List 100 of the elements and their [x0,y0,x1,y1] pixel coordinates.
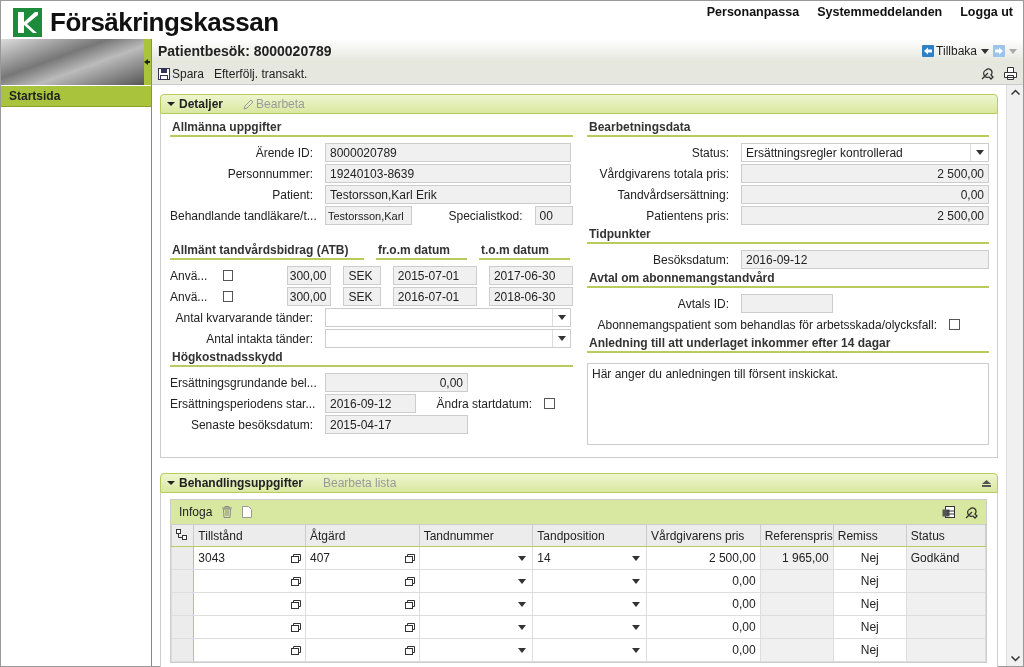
field-label: Avtals ID: [676,296,729,311]
text-field[interactable]: 2016-07-01 [392,287,477,306]
text-field[interactable]: 2017-06-30 [488,266,573,285]
table-cell: Godkänd [910,551,960,565]
caret-icon [518,555,527,561]
text-field[interactable]: 2018-06-30 [488,287,573,306]
section-heading: Allmänna uppgifter [170,118,573,137]
text-field[interactable]: 300,00 [286,287,332,306]
header-link[interactable]: Logga ut [960,5,1013,19]
text-field[interactable]: 8000020789 [325,143,571,162]
table-cell: Nej [860,643,879,657]
window-icon[interactable] [290,599,301,609]
checkbox[interactable] [949,319,960,330]
field-label: Antal intakta tänder: [205,331,313,346]
window-icon[interactable] [404,645,415,655]
header-link[interactable]: Systemmeddelanden [817,5,943,19]
field-label: Abonnemangspatient som behandlas för arbetsskada/olycksfall: [596,317,937,332]
field-label: Ändra startdatum: [435,396,532,411]
checkbox[interactable] [544,398,555,409]
checkbox[interactable] [223,291,234,302]
text-area[interactable]: Här anger du anledningen till försent inskickat. [587,363,989,445]
text-field[interactable]: 300,00 [286,266,332,285]
field-label: Patientens pris: [645,208,729,223]
back-arrow-icon [922,45,935,57]
document-icon[interactable] [242,506,253,518]
field-label: Anvä... [170,289,209,304]
scroll-up-icon[interactable] [1010,89,1020,95]
caret-icon [632,601,640,607]
page-title: Patientbesök: 8000020789 [158,43,332,59]
field-label: Ärende ID: [254,145,313,160]
window-icon[interactable] [290,622,301,632]
text-field[interactable]: 2016-09-12 [741,250,989,269]
panel-title[interactable]: Detaljer [167,97,224,111]
collapse-strip[interactable] [144,39,151,85]
back-button[interactable]: Tillbaka [922,44,977,58]
window-icon[interactable] [290,645,301,655]
window-icon[interactable] [404,553,415,563]
table-cell: 0,00 [732,597,756,611]
spreadsheet-icon[interactable] [942,505,955,519]
table-cell: 0,00 [732,574,756,588]
dropdown[interactable]: Ersättningsregler kontrollerad [741,143,989,162]
window-icon[interactable] [404,622,415,632]
section-heading: t.o.m datum [479,241,570,260]
wrench-icon[interactable] [965,505,978,519]
printer-icon[interactable] [1004,67,1017,80]
panel-title[interactable]: Behandlingsuppgifter [167,476,303,490]
window-icon[interactable] [290,576,301,586]
scrollbar[interactable] [1006,85,1023,666]
text-field[interactable]: Testorsson,Karl Erik [325,185,571,204]
text-field[interactable]: 0,00 [741,185,989,204]
caret-icon [975,150,984,155]
scroll-down-icon[interactable] [1010,656,1020,662]
text-field[interactable]: 19240103-8639 [325,164,571,183]
section-heading: Anledning till att underlaget inkommer efter 14 dagar [587,334,989,353]
field-label: Anvä... [170,268,209,283]
field-label: Patient: [271,187,313,202]
text-field[interactable] [741,294,833,313]
text-field[interactable]: SEK [343,287,381,306]
wrench-icon[interactable] [981,67,994,80]
caret-icon [557,315,566,320]
field-label: Tandvårdsersättning: [616,187,729,202]
table-cell: Nej [860,620,879,634]
window-icon[interactable] [404,576,415,586]
table-cell: 1 965,00 [782,551,829,565]
dropdown[interactable]: 14 [533,547,646,569]
text-field[interactable]: 2015-07-01 [392,266,477,285]
collapse-icon[interactable] [982,479,991,487]
checkbox[interactable] [223,270,234,281]
table-cell: 2 500,00 [708,551,756,565]
text-field[interactable]: 0,00 [325,373,468,392]
window-icon[interactable] [290,553,301,563]
toolbar-button[interactable]: Spara [158,66,205,81]
text-field[interactable]: SEK [343,266,381,285]
caret-icon [632,555,640,561]
field-label: Status: [690,145,729,160]
section-heading: Tidpunkter [587,225,989,244]
section-heading: fr.o.m datum [376,241,467,260]
text-field[interactable]: 2 500,00 [741,164,989,183]
text-field[interactable]: 2015-04-17 [325,415,468,434]
window-icon[interactable] [404,599,415,609]
section-heading: Bearbetningsdata [587,118,989,137]
table-cell: 3043 [198,551,226,565]
text-field[interactable]: 2016-09-12 [325,394,416,413]
text-field[interactable]: Testorsson,Karl [325,206,412,225]
sidebar-item[interactable]: Startsida [1,86,151,107]
field-label: Vårdgivarens totala pris: [598,166,729,181]
header-link[interactable]: Personanpassa [706,5,800,19]
insert-button[interactable]: Infoga [179,505,213,519]
section-heading: Allmänt tandvårdsbidrag (ATB) [170,241,364,260]
field-label: Senaste besöksdatum: [189,417,313,432]
table-cell: Nej [860,551,879,565]
toolbar-button[interactable]: Efterfölj. transakt. [214,66,308,81]
trash-icon[interactable] [222,506,233,518]
section-heading: Högkostnadsskydd [170,348,573,367]
arrow-left-icon [144,59,150,65]
pencil-icon [243,98,255,110]
text-field[interactable]: 00 [534,206,573,225]
text-field[interactable]: 2 500,00 [741,206,989,225]
field-label: Antal kvarvarande tänder: [174,310,313,325]
tree-icon[interactable] [176,528,187,540]
